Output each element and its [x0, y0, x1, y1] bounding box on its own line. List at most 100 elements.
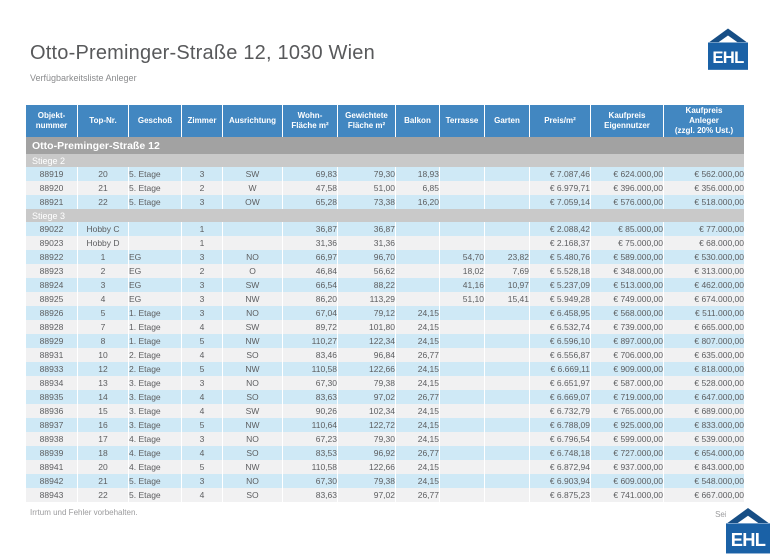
cell-col-1: 22 [78, 195, 128, 209]
cell-col-9 [485, 222, 529, 236]
cell-col-9 [485, 404, 529, 418]
cell-col-11: € 396.000,00 [591, 181, 663, 195]
cell-col-6: 122,34 [338, 334, 395, 348]
table-row: 889254EG3NW86,20113,2951,1015,41€ 5.949,… [26, 292, 744, 306]
cell-col-3: 5 [182, 418, 222, 432]
cell-col-10: € 6.556,87 [530, 348, 590, 362]
cell-col-9 [485, 390, 529, 404]
cell-col-6: 31,36 [338, 236, 395, 250]
cell-col-0: 88934 [26, 376, 77, 390]
cell-col-0: 88931 [26, 348, 77, 362]
section-row-0: Stiege 2 [26, 154, 744, 167]
cell-col-0: 88929 [26, 334, 77, 348]
cell-col-11: € 624.000,00 [591, 167, 663, 181]
cell-col-6: 113,29 [338, 292, 395, 306]
cell-col-3: 5 [182, 334, 222, 348]
cell-col-7: 6,85 [396, 181, 439, 195]
cell-col-10: € 6.875,23 [530, 488, 590, 502]
cell-col-8 [440, 432, 484, 446]
cell-col-1: 10 [78, 348, 128, 362]
cell-col-1: 2 [78, 264, 128, 278]
cell-col-7: 26,77 [396, 446, 439, 460]
cell-col-10: € 6.458,95 [530, 306, 590, 320]
cell-col-7: 24,15 [396, 334, 439, 348]
cell-col-2: 5. Etage [129, 474, 181, 488]
cell-col-4: NW [223, 418, 282, 432]
cell-col-12: € 843.000,00 [664, 460, 744, 474]
cell-col-11: € 719.000,00 [591, 390, 663, 404]
cell-col-12: € 548.000,00 [664, 474, 744, 488]
cell-col-0: 88938 [26, 432, 77, 446]
cell-col-12: € 562.000,00 [664, 167, 744, 181]
cell-col-9: 15,41 [485, 292, 529, 306]
cell-col-6: 51,00 [338, 181, 395, 195]
cell-col-0: 88937 [26, 418, 77, 432]
cell-col-4: SW [223, 167, 282, 181]
cell-col-2: 4. Etage [129, 460, 181, 474]
cell-col-12: € 647.000,00 [664, 390, 744, 404]
cell-col-8: 18,02 [440, 264, 484, 278]
cell-col-12: € 674.000,00 [664, 292, 744, 306]
cell-col-1: 12 [78, 362, 128, 376]
cell-col-11: € 609.000,00 [591, 474, 663, 488]
cell-col-10: € 6.732,79 [530, 404, 590, 418]
cell-col-9 [485, 195, 529, 209]
cell-col-3: 3 [182, 376, 222, 390]
cell-col-11: € 749.000,00 [591, 292, 663, 306]
cell-col-4: NO [223, 474, 282, 488]
cell-col-10: € 6.669,11 [530, 362, 590, 376]
table-row: 88942215. Etage3NO67,3079,3824,15€ 6.903… [26, 474, 744, 488]
cell-col-3: 3 [182, 195, 222, 209]
table-row: 889232EG2O46,8456,6218,027,69€ 5.528,18€… [26, 264, 744, 278]
cell-col-1: 14 [78, 390, 128, 404]
cell-col-1: 16 [78, 418, 128, 432]
cell-col-2: 3. Etage [129, 376, 181, 390]
table-row: 89023Hobby D131,3631,36€ 2.168,37€ 75.00… [26, 236, 744, 250]
cell-col-8 [440, 320, 484, 334]
cell-col-6: 97,02 [338, 488, 395, 502]
cell-col-2: 2. Etage [129, 362, 181, 376]
cell-col-4: NO [223, 250, 282, 264]
cell-col-11: € 85.000,00 [591, 222, 663, 236]
cell-col-7 [396, 222, 439, 236]
cell-col-9 [485, 348, 529, 362]
cell-col-3: 4 [182, 488, 222, 502]
cell-col-8 [440, 195, 484, 209]
cell-col-7: 24,15 [396, 306, 439, 320]
table-head: Objekt- nummerTop-Nr.GeschoßZimmerAusric… [26, 105, 744, 137]
cell-col-11: € 909.000,00 [591, 362, 663, 376]
cell-col-11: € 739.000,00 [591, 320, 663, 334]
cell-col-5: 65,28 [283, 195, 337, 209]
cell-col-6: 73,38 [338, 195, 395, 209]
table-row: 88937163. Etage5NW110,64122,7224,15€ 6.7… [26, 418, 744, 432]
cell-col-8: 41,16 [440, 278, 484, 292]
cell-col-6: 102,34 [338, 404, 395, 418]
cell-col-0: 88919 [26, 167, 77, 181]
cell-col-8 [440, 404, 484, 418]
cell-col-4: SO [223, 390, 282, 404]
cell-col-12: € 511.000,00 [664, 306, 744, 320]
cell-col-0: 89022 [26, 222, 77, 236]
cell-col-2: 2. Etage [129, 348, 181, 362]
cell-col-11: € 765.000,00 [591, 404, 663, 418]
logo-text: EHL [731, 529, 766, 550]
column-header-5: Wohn- Fläche m² [283, 105, 337, 137]
cell-col-12: € 807.000,00 [664, 334, 744, 348]
cell-col-11: € 568.000,00 [591, 306, 663, 320]
cell-col-3: 4 [182, 320, 222, 334]
cell-col-8 [440, 348, 484, 362]
cell-col-3: 3 [182, 306, 222, 320]
cell-col-1: 7 [78, 320, 128, 334]
cell-col-12: € 518.000,00 [664, 195, 744, 209]
cell-col-11: € 75.000,00 [591, 236, 663, 250]
cell-col-8 [440, 236, 484, 250]
cell-col-6: 88,22 [338, 278, 395, 292]
cell-col-9: 7,69 [485, 264, 529, 278]
cell-col-3: 3 [182, 278, 222, 292]
cell-col-10: € 6.903,94 [530, 474, 590, 488]
cell-col-4: SW [223, 404, 282, 418]
cell-col-11: € 937.000,00 [591, 460, 663, 474]
column-header-10: Preis/m² [530, 105, 590, 137]
cell-col-9 [485, 320, 529, 334]
cell-col-4: SW [223, 320, 282, 334]
